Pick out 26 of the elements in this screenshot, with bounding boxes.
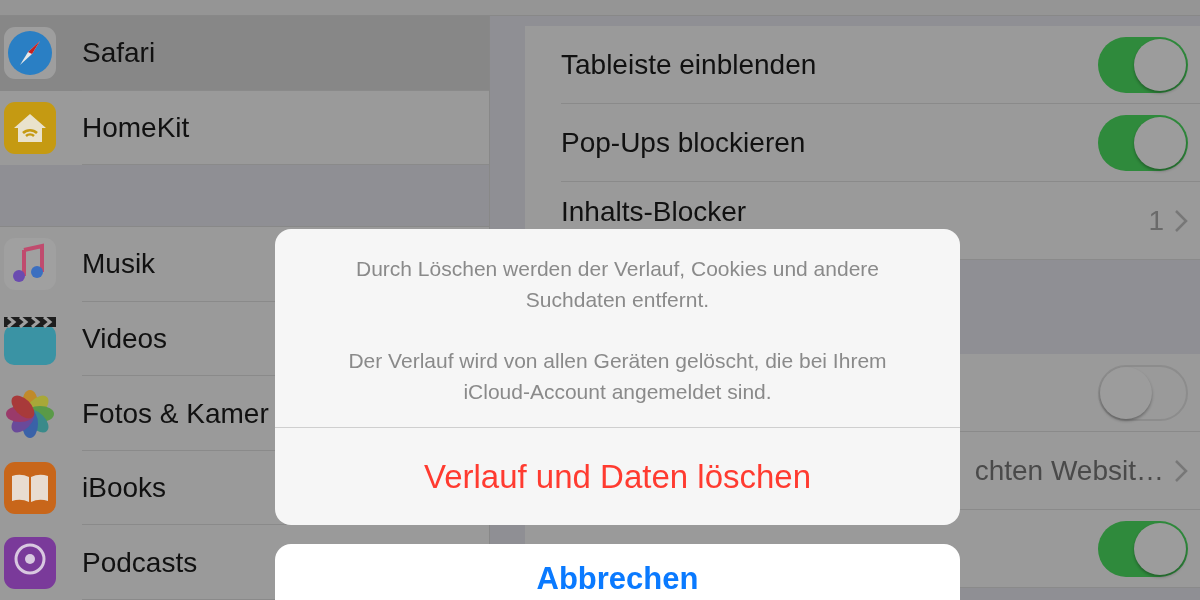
- toggle-switch[interactable]: [1098, 520, 1188, 577]
- sidebar-item[interactable]: Musik: [0, 227, 160, 302]
- chevron-icon: [1174, 458, 1188, 483]
- sheet-message: Durch Löschen werden der Verlauf, Cookies und andere Suchdaten entfernt.: [355, 256, 880, 313]
- toggle-switch[interactable]: [1098, 36, 1188, 93]
- sidebar-item[interactable]: Safari: [0, 16, 489, 91]
- sidebar-item[interactable]: HomeKit: [0, 90, 194, 166]
- flower-icon: [4, 387, 56, 440]
- house-icon: [4, 101, 56, 154]
- toggle-switch[interactable]: [1098, 114, 1188, 171]
- setting-value: chten Websit…: [974, 453, 1164, 488]
- setting-label: Inhalts-Blocker: [561, 198, 748, 226]
- sheet-message: Der Verlauf wird von allen Geräten gelöscht, die bei Ihrem iCloud-Account angemeldet sind.: [347, 348, 888, 405]
- podcast-icon: [4, 536, 56, 589]
- sidebar-item[interactable]: Podcasts: [0, 525, 202, 600]
- compass-icon: [4, 27, 56, 80]
- book-icon: [4, 462, 56, 515]
- sidebar-item[interactable]: Fotos & Kamer: [0, 376, 273, 451]
- sidebar-item[interactable]: Videos: [0, 301, 172, 377]
- setting-label: Pop-Ups blockieren: [561, 125, 807, 160]
- sidebar-item[interactable]: iBooks: [0, 450, 171, 526]
- music-note-icon: [4, 238, 56, 291]
- cancel-button[interactable]: Abbrechen: [275, 544, 960, 600]
- setting-label: Tableiste einblenden: [561, 47, 818, 82]
- chevron-icon: [1174, 208, 1188, 233]
- toggle-switch[interactable]: [1098, 364, 1188, 421]
